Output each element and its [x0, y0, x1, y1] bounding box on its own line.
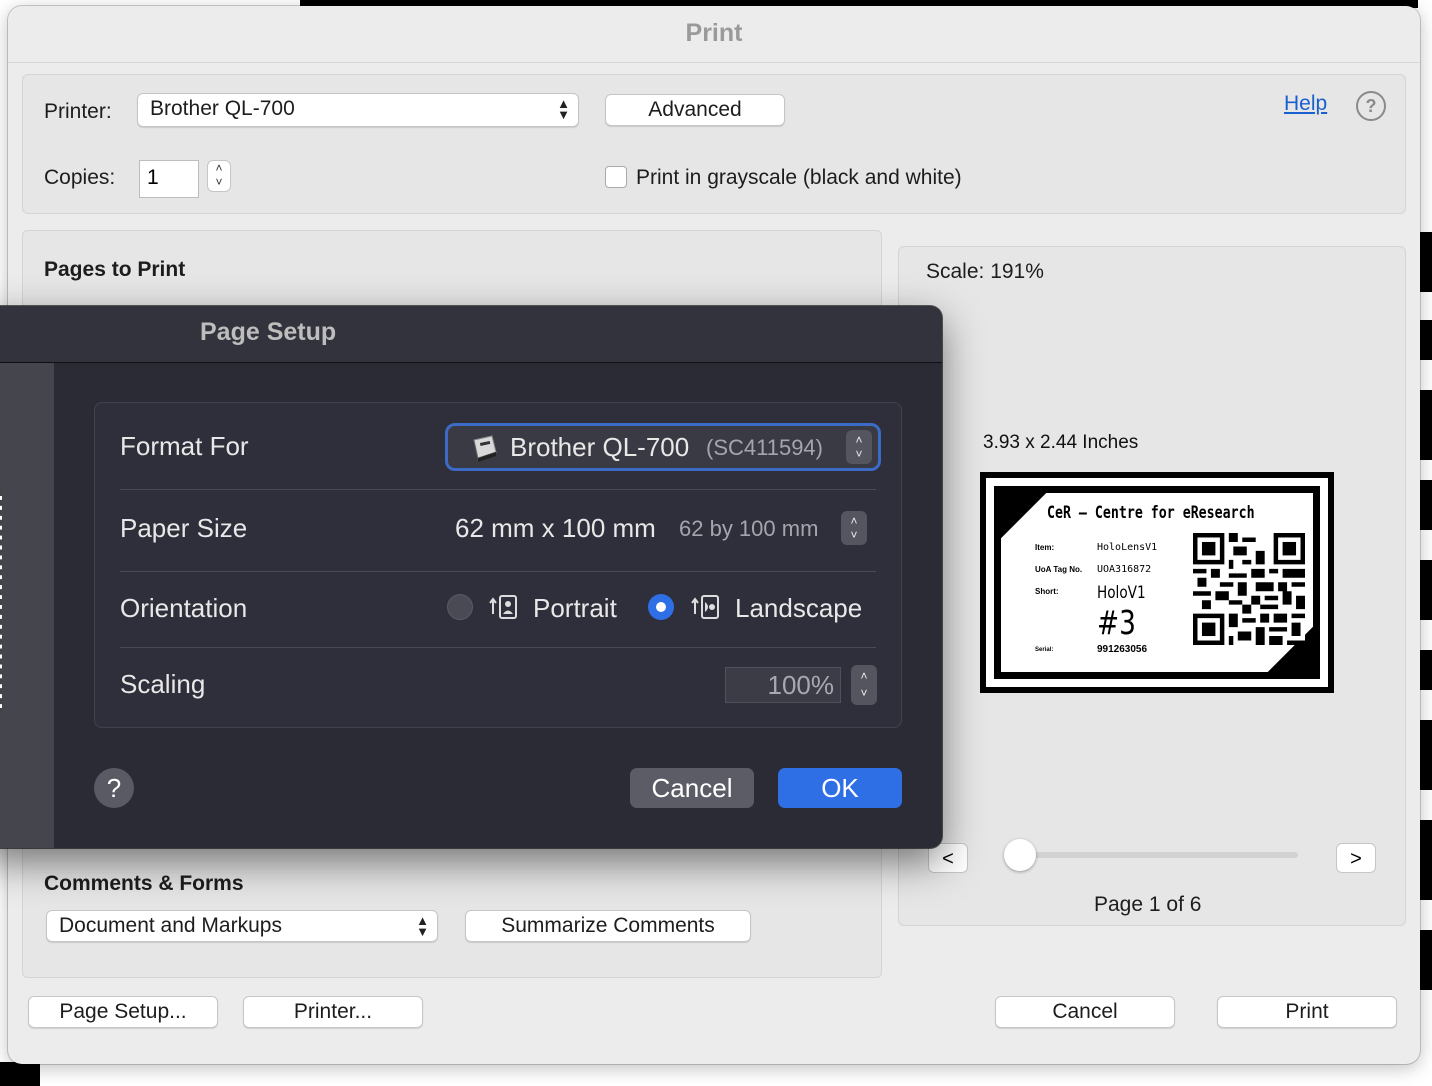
print-button[interactable]: Print [1217, 996, 1397, 1028]
copies-label: Copies: [44, 166, 116, 189]
grayscale-checkbox[interactable] [605, 166, 627, 188]
label-serial-value: 991263056 [1097, 644, 1148, 655]
page-slider-knob[interactable] [1004, 839, 1036, 871]
help-icon[interactable]: ? [1356, 91, 1386, 121]
backdrop-bar [1418, 560, 1432, 620]
scaling-stepper[interactable]: ˄ ˅ [851, 665, 877, 705]
paper-size-detail: 62 by 100 mm [679, 516, 819, 541]
paper-size-select[interactable]: 62 mm x 100 mm 62 by 100 mm ˄ ˅ [445, 507, 881, 551]
portrait-orientation-icon [489, 595, 517, 619]
label-preview-frame: CeR – Centre for eResearch Item: HoloLen… [994, 486, 1320, 679]
scaling-label: Scaling [120, 669, 206, 699]
updown-arrows-icon: ▲ ▼ [557, 96, 570, 122]
paper-size-value: 62 mm x 100 mm [455, 513, 656, 543]
format-for-id: (SC411594) [706, 435, 823, 460]
preview-size: 3.93 x 2.44 Inches [983, 432, 1139, 453]
comments-heading: Comments & Forms [44, 872, 244, 895]
paper-size-label: Paper Size [120, 513, 248, 543]
help-link[interactable]: Help [1284, 92, 1327, 116]
copies-input[interactable]: 1 [139, 160, 199, 198]
backdrop-bar [1418, 820, 1432, 900]
row-separator [120, 489, 876, 490]
format-for-label: Format For [120, 431, 249, 461]
label-preview: CeR – Centre for eResearch Item: HoloLen… [980, 472, 1334, 693]
printer-icon [473, 435, 497, 462]
page-setup-sidebar [0, 363, 54, 848]
comments-select[interactable]: Document and Markups ▲ ▼ [46, 910, 438, 942]
label-tag-key: UoA Tag No. [1035, 565, 1083, 574]
page-slider[interactable] [1006, 852, 1298, 858]
updown-arrows-icon: ˄ ˅ [841, 511, 867, 545]
backdrop-bar [1418, 650, 1432, 690]
format-for-select[interactable]: Brother QL-700 (SC411594) ˄ ˅ [445, 423, 881, 471]
label-item-value: HoloLensV1 [1097, 542, 1158, 553]
landscape-orientation-icon [691, 595, 719, 619]
grayscale-label: Print in grayscale (black and white) [636, 166, 962, 189]
label-preview-border: CeR – Centre for eResearch Item: HoloLen… [986, 478, 1328, 687]
printer-select[interactable]: Brother QL-700 ▲ ▼ [137, 93, 579, 127]
page-setup-title: Page Setup [200, 318, 337, 346]
backdrop-bar [1418, 320, 1432, 360]
page-setup-ok-button[interactable]: OK [778, 768, 902, 808]
copies-stepper[interactable]: ˄ ˅ [207, 160, 231, 192]
page-indicator: Page 1 of 6 [1094, 893, 1202, 916]
backdrop-bar [1418, 480, 1432, 530]
page-setup-group: Format For Brother QL-700 (SC411594) ˄ ˅ … [94, 402, 902, 728]
portrait-label[interactable]: Portrait [533, 593, 617, 624]
label-number: #3 [1097, 603, 1136, 642]
prev-page-button[interactable]: < [928, 843, 968, 873]
backdrop-corner [0, 1062, 40, 1086]
page-setup-button[interactable]: Page Setup... [28, 996, 218, 1028]
printer-select-value: Brother QL-700 [150, 97, 295, 120]
label-card: CeR – Centre for eResearch Item: HoloLen… [1001, 493, 1313, 672]
landscape-radio[interactable] [648, 594, 674, 620]
row-separator [120, 647, 876, 648]
label-tag-value: UOA316872 [1097, 564, 1152, 575]
backdrop-bar [1418, 232, 1432, 292]
landscape-label[interactable]: Landscape [735, 593, 862, 624]
label-short-key: Short: [1035, 587, 1059, 596]
cancel-button[interactable]: Cancel [995, 996, 1175, 1028]
backdrop-bar [1418, 390, 1432, 460]
summarize-comments-button[interactable]: Summarize Comments [465, 910, 751, 942]
portrait-radio[interactable] [447, 594, 473, 620]
advanced-button[interactable]: Advanced [605, 94, 785, 126]
updown-arrows-icon: ▲ ▼ [416, 913, 429, 939]
page-setup-help-button[interactable]: ? [94, 768, 134, 808]
page-setup-titlebar: Page Setup [0, 306, 942, 363]
scaling-input[interactable]: 100% [725, 667, 841, 703]
label-serial-key: Serial: [1035, 647, 1054, 653]
row-separator [120, 571, 876, 572]
label-item-key: Item: [1035, 543, 1055, 552]
page-setup-cancel-button[interactable]: Cancel [630, 768, 754, 808]
qr-code-image [1193, 533, 1305, 645]
backdrop-right [1418, 0, 1432, 1086]
page-setup-sheet: Page Setup Format For Brother QL-700 (SC… [0, 306, 942, 848]
label-short-value: HoloV1 [1097, 583, 1146, 603]
printer-label: Printer: [44, 100, 112, 123]
scale-text: Scale: 191% [926, 260, 1044, 283]
pages-to-print-heading: Pages to Print [44, 258, 186, 281]
next-page-button[interactable]: > [1336, 843, 1376, 873]
comments-select-value: Document and Markups [59, 914, 282, 937]
printer-button[interactable]: Printer... [243, 996, 423, 1028]
print-dialog-title: Print [8, 6, 1420, 63]
label-header: CeR – Centre for eResearch [1047, 503, 1255, 523]
updown-arrows-icon: ˄ ˅ [846, 430, 872, 464]
orientation-label: Orientation [120, 593, 248, 623]
format-for-value: Brother QL-700 [510, 432, 690, 462]
label-corner [1001, 493, 1047, 539]
backdrop-bar [1418, 930, 1432, 990]
backdrop-bar [1418, 720, 1432, 790]
paper-thumbnail [0, 490, 2, 714]
